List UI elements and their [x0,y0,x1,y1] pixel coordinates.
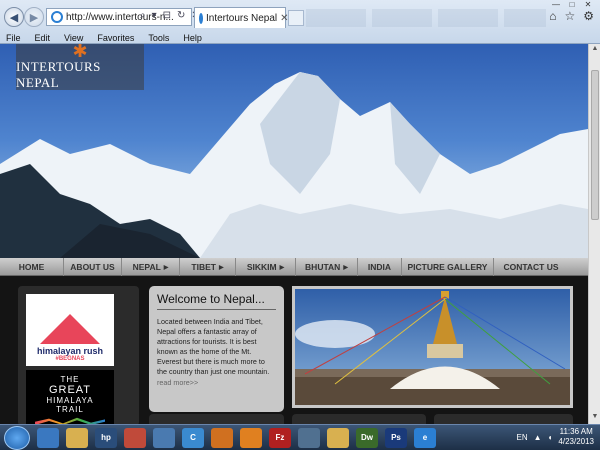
taskbar-app[interactable] [153,427,175,448]
read-more-link[interactable]: read more>> [157,378,276,387]
forward-button[interactable]: ▶ [24,7,44,27]
nav-sikkim[interactable]: SIKKIM ▶ [236,258,296,276]
forward-arrow-icon: ▶ [29,11,39,24]
tile [434,414,573,424]
taskbar-app[interactable] [124,427,146,448]
volume-icon[interactable]: ◖ [548,433,553,442]
background-tabs [306,9,546,27]
menu-help[interactable]: Help [183,32,202,44]
scroll-down-icon[interactable]: ▼ [590,413,600,423]
language-indicator[interactable]: EN [517,433,528,442]
rush-subtitle: #BEGNAS [55,356,85,362]
scroll-thumb[interactable] [591,70,599,220]
tab-title: Intertours Nepal [206,12,278,24]
menu-tools[interactable]: Tools [148,32,169,44]
tray-arrow-icon[interactable]: ▲ [534,433,542,442]
window-close-icon[interactable]: ✕ [580,0,596,9]
ie-icon [199,12,203,24]
logo-star-icon: ✱ [72,44,88,61]
taskbar-app[interactable] [240,427,262,448]
mountain-logo-icon [40,314,100,344]
menu-edit[interactable]: Edit [35,32,51,44]
logo-text: INTERTOURS NEPAL [16,59,101,90]
welcome-title: Welcome to Nepal... [157,292,276,310]
refresh-icon[interactable]: ↻ [177,10,185,21]
favorites-star-icon[interactable]: ☆ [564,9,575,23]
taskbar-app[interactable]: Fz [269,427,291,448]
taskbar-app[interactable] [37,427,59,448]
minimize-icon[interactable]: — [548,0,564,9]
ie-icon [51,11,63,23]
taskbar-app[interactable]: e [414,427,436,448]
menu-bar: File Edit View Favorites Tools Help [0,32,600,44]
welcome-body: Located between India and Tibet, Nepal o… [157,317,270,376]
tile [292,414,426,424]
search-icon[interactable]: ⌕ [140,10,146,21]
scroll-up-icon[interactable]: ▲ [590,45,600,55]
back-arrow-icon: ◀ [9,11,19,24]
system-tray: EN ▲ ◖ 11:36 AM 4/23/2013 [517,427,594,447]
taskbar-app[interactable] [327,427,349,448]
browser-chrome: ◀ ▶ http://www.intertours-n... ⌕ ▾ ⊟ ↻ ✕… [0,0,600,44]
clock[interactable]: 11:36 AM 4/23/2013 [558,427,594,447]
clock-date: 4/23/2013 [558,437,594,446]
nav-contact-us[interactable]: CONTACT US [494,258,568,276]
nav-bhutan[interactable]: BHUTAN ▶ [296,258,358,276]
nav-nepal[interactable]: NEPAL ▶ [122,258,180,276]
dropdown-icon[interactable]: ▾ [152,10,157,21]
trail-line: HIMALAYA [46,396,94,405]
web-page: ✱ INTERTOURS NEPAL HOME ABOUT US NEPAL ▶ … [0,44,588,424]
taskbar-app[interactable]: Dw [356,427,378,448]
taskbar-app[interactable]: C [182,427,204,448]
page-scrollbar[interactable]: ▲ ▼ [588,44,600,424]
himalayan-rush-badge[interactable]: himalayan rush #BEGNAS [26,294,114,366]
clock-time: 11:36 AM [559,427,593,436]
rush-title: himalayan rush [36,346,104,356]
trail-line: TRAIL [56,405,84,414]
taskbar-app[interactable]: hp [95,427,117,448]
stupa-image [295,289,570,405]
taskbar-app[interactable] [211,427,233,448]
sponsor-column: himalayan rush #BEGNAS THE GREAT HIMALAY… [18,286,139,424]
browser-toolbar-icons: ⌂ ☆ ⚙ [549,9,594,23]
nav-tibet[interactable]: TIBET ▶ [180,258,236,276]
menu-file[interactable]: File [6,32,21,44]
trail-line: THE [60,375,80,384]
site-nav: HOME ABOUT US NEPAL ▶ TIBET ▶ SIKKIM ▶ BHUT… [0,258,588,276]
window-controls: — □ ✕ [548,0,596,9]
taskbar: hp C Fz Dw Ps e EN ▲ ◖ 11:36 AM 4/23/2013 [0,424,600,450]
maximize-icon[interactable]: □ [564,0,580,9]
nav-about-us[interactable]: ABOUT US [64,258,122,276]
site-logo[interactable]: ✱ INTERTOURS NEPAL [16,44,144,90]
taskbar-app[interactable] [298,427,320,448]
start-button[interactable] [4,425,30,450]
taskbar-app[interactable]: Ps [385,427,407,448]
menu-view[interactable]: View [64,32,83,44]
taskbar-apps: hp C Fz Dw Ps e [30,427,436,448]
hero-banner: ✱ INTERTOURS NEPAL [0,44,588,258]
home-icon[interactable]: ⌂ [549,9,556,23]
nav-picture-gallery[interactable]: PICTURE GALLERY [402,258,494,276]
stupa-photo [292,286,573,408]
nav-india[interactable]: INDIA [358,258,402,276]
bottom-tiles [0,414,588,424]
welcome-box: Welcome to Nepal... Located between Indi… [149,286,284,412]
chevron-right-icon: ▶ [163,264,169,271]
gear-icon[interactable]: ⚙ [583,9,594,23]
chevron-right-icon: ▶ [218,264,224,271]
trail-line: GREAT [48,384,92,396]
new-tab-button[interactable] [288,10,304,26]
taskbar-app[interactable] [66,427,88,448]
nav-home[interactable]: HOME [0,258,64,276]
content-area: himalayan rush #BEGNAS THE GREAT HIMALAY… [0,276,588,424]
chevron-right-icon: ▶ [279,264,285,271]
compat-icon[interactable]: ⊟ [163,10,171,21]
tab-intertours[interactable]: Intertours Nepal ✕ [194,7,289,28]
chevron-right-icon: ▶ [343,264,348,271]
tile [149,414,284,424]
menu-favorites[interactable]: Favorites [97,32,134,44]
address-tools: ⌕ ▾ ⊟ ↻ ✕ [140,10,200,21]
back-button[interactable]: ◀ [4,7,24,27]
